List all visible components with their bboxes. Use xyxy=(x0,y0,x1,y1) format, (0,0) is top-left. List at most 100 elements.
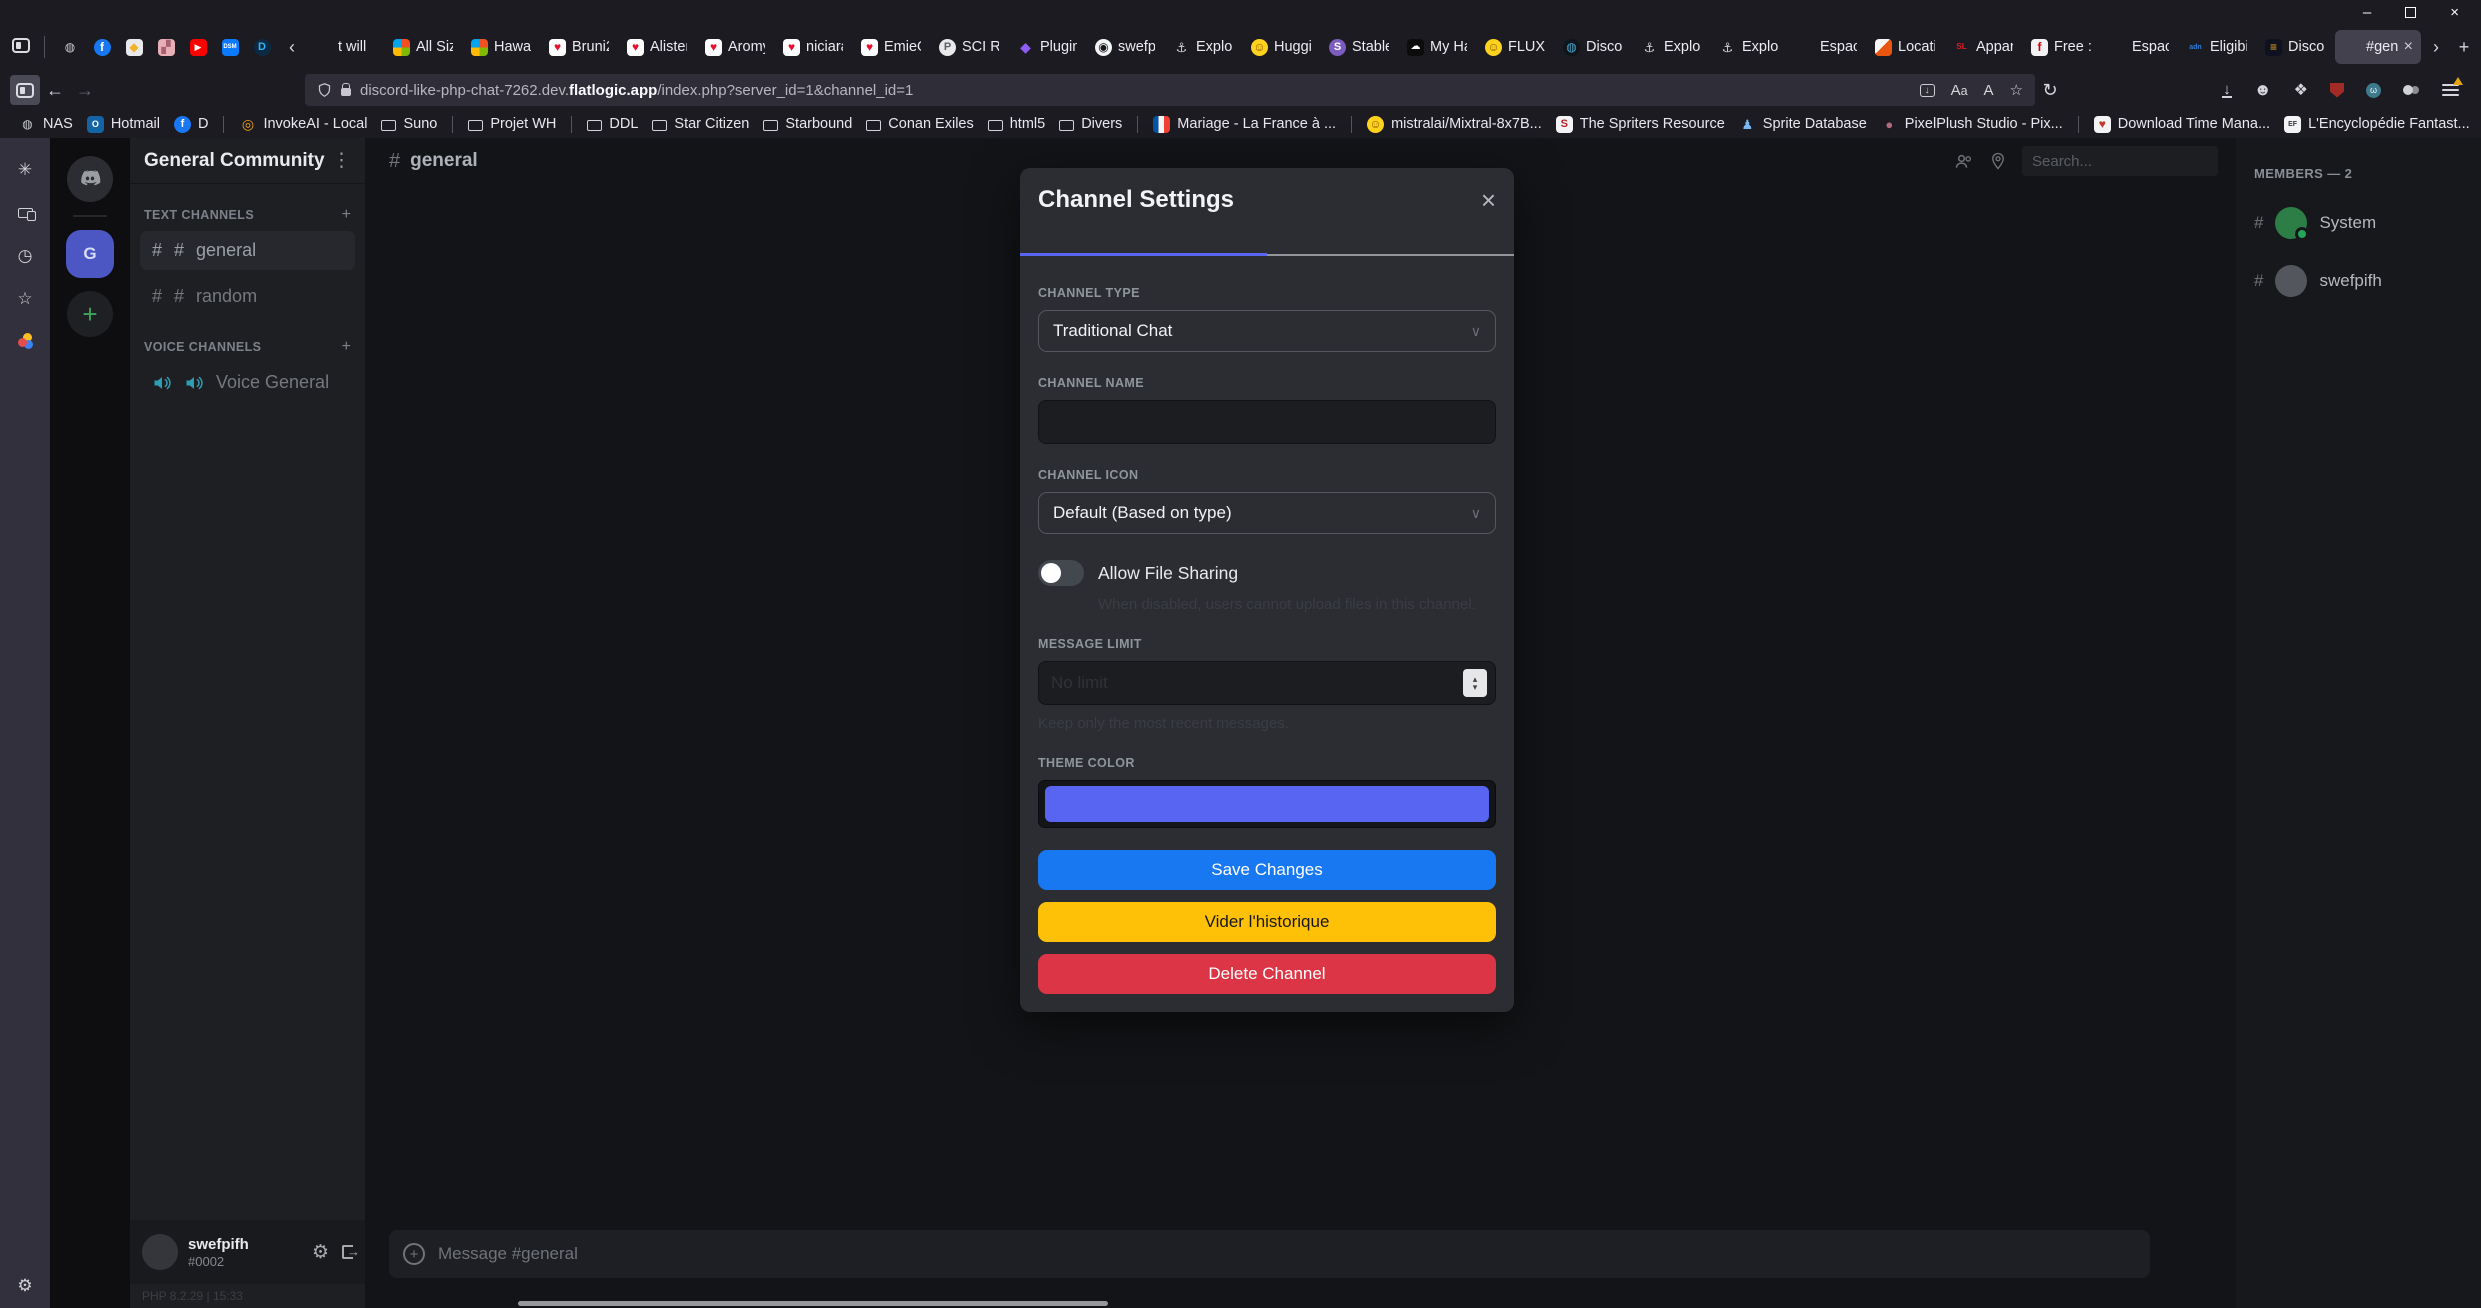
rail-button[interactable]: ✳ xyxy=(8,156,42,184)
user-settings-gear-icon[interactable]: ⚙ xyxy=(312,1241,329,1264)
bookmark-item[interactable]: ♥ Download Time Mana... xyxy=(2087,114,2277,135)
search-input[interactable] xyxy=(2022,146,2218,176)
members-toggle-icon[interactable] xyxy=(1954,152,1974,170)
bookmark-item[interactable]: La connexion Wifi et E... xyxy=(2477,114,2481,135)
pinned-tab[interactable]: f xyxy=(87,39,117,56)
channel-icon-select[interactable]: Default (Based on type) ∨ xyxy=(1038,492,1496,534)
browser-tab[interactable]: SL Appar xyxy=(1945,30,2021,64)
member-row[interactable]: # System xyxy=(2236,207,2481,239)
pin-icon[interactable] xyxy=(1990,152,2006,170)
server-icon-general-community[interactable]: G xyxy=(66,230,114,278)
browser-tab[interactable]: All Siz xyxy=(385,30,461,64)
pinned-tab[interactable]: D xyxy=(247,39,277,56)
browser-tab[interactable]: Espace clie xyxy=(1789,30,1865,64)
sidebar-settings-button[interactable]: ⚙ xyxy=(8,1272,42,1300)
modal-tab[interactable] xyxy=(1020,230,1267,256)
bookmark-item[interactable]: ● PixelPlush Studio - Pix... xyxy=(1874,114,2070,135)
browser-tab[interactable]: ◆ Plugin xyxy=(1009,30,1085,64)
bookmark-item[interactable]: O Hotmail xyxy=(80,114,167,135)
bottom-scrollbar[interactable] xyxy=(518,1301,1108,1306)
minimize-icon[interactable]: – xyxy=(2363,4,2371,21)
lock-icon[interactable] xyxy=(341,88,351,96)
file-sharing-toggle[interactable] xyxy=(1038,560,1084,586)
bookmark-item[interactable]: Conan Exiles xyxy=(859,114,980,134)
bookmark-item[interactable]: Projet WH xyxy=(461,114,563,134)
bookmark-item[interactable]: DDL xyxy=(580,114,645,134)
theme-color-picker[interactable] xyxy=(1038,780,1496,828)
containers-icon[interactable] xyxy=(2403,85,2413,95)
reload-button[interactable]: ↻ xyxy=(2035,75,2065,105)
add-voice-channel-icon[interactable]: + xyxy=(342,338,351,356)
firefox-view-button[interactable] xyxy=(8,31,34,63)
pinned-tab[interactable]: ◆ xyxy=(119,39,149,56)
bookmark-item[interactable]: Divers xyxy=(1052,114,1129,134)
downloads-icon[interactable]: ↓ xyxy=(2222,83,2232,98)
extensions-puzzle-icon[interactable]: ❖ xyxy=(2294,80,2308,100)
pinned-tab[interactable]: ▶ xyxy=(183,39,213,56)
bookmark-item[interactable]: EF L'Encyclopédie Fantast... xyxy=(2277,114,2477,135)
browser-tab[interactable]: Locati xyxy=(1867,30,1943,64)
rail-button[interactable] xyxy=(8,328,42,356)
save-page-icon[interactable]: ↓ xyxy=(1920,84,1935,97)
ublock-shield-icon[interactable] xyxy=(2330,83,2344,98)
rail-button[interactable] xyxy=(8,199,42,227)
bookmark-item[interactable]: Suno xyxy=(374,114,444,134)
browser-tab[interactable]: ♥ EmieO xyxy=(853,30,929,64)
bookmark-item[interactable]: ☺ mistralai/Mixtral-8x7B... xyxy=(1360,114,1549,135)
menu-item[interactable] xyxy=(128,10,148,14)
member-row[interactable]: # swefpifh xyxy=(2236,265,2481,297)
bookmark-item[interactable]: Star Citizen xyxy=(645,114,756,134)
browser-tab[interactable]: ♥ niciara xyxy=(775,30,851,64)
bookmark-item[interactable]: ◎ InvokeAI - Local xyxy=(232,114,374,135)
message-limit-input[interactable] xyxy=(1038,661,1496,705)
new-tab-button[interactable]: + xyxy=(2451,31,2477,63)
delete-channel-button[interactable]: Delete Channel xyxy=(1038,954,1496,994)
back-button[interactable]: ← xyxy=(40,75,70,105)
attach-plus-icon[interactable]: + xyxy=(403,1243,425,1265)
browser-tab[interactable]: ♥ Aromy xyxy=(697,30,773,64)
bookmark-star-icon[interactable]: ☆ xyxy=(2010,81,2023,99)
bookmark-item[interactable]: html5 xyxy=(981,114,1052,134)
bookmark-item[interactable]: ♟ Sprite Database xyxy=(1732,114,1874,135)
sidebar-toggle-button[interactable] xyxy=(10,75,40,105)
number-spinner[interactable]: ▴ ▾ xyxy=(1463,669,1487,697)
scroll-tabs-right-icon[interactable]: › xyxy=(2423,31,2449,63)
text-channel-item[interactable]: # # general xyxy=(140,231,355,270)
bookmark-item[interactable]: ◍ NAS xyxy=(12,114,80,135)
menu-item[interactable] xyxy=(68,10,88,14)
menu-item[interactable] xyxy=(88,10,108,14)
browser-tab[interactable]: ⚓ Explor xyxy=(1633,30,1709,64)
url-bar[interactable]: discord-like-php-chat-7262.dev.flatlogic… xyxy=(305,74,2035,106)
add-text-channel-icon[interactable]: + xyxy=(342,206,351,224)
browser-tab[interactable]: f Free : xyxy=(2023,30,2099,64)
menu-item[interactable] xyxy=(28,10,48,14)
tracking-shield-icon[interactable] xyxy=(317,82,332,98)
menu-hamburger-icon[interactable] xyxy=(2442,84,2459,96)
browser-tab[interactable]: ☺ FLUX. xyxy=(1477,30,1553,64)
menu-item[interactable] xyxy=(108,10,128,14)
browser-tab[interactable]: ◉ swefpi xyxy=(1087,30,1163,64)
menu-item[interactable] xyxy=(48,10,68,14)
message-input[interactable] xyxy=(438,1244,2136,1264)
browser-tab[interactable]: ☺ Huggi xyxy=(1243,30,1319,64)
browser-tab[interactable]: adn Eligibi xyxy=(2179,30,2255,64)
rail-button[interactable]: ☆ xyxy=(8,285,42,313)
logout-icon[interactable] xyxy=(342,1245,353,1259)
bookmark-item[interactable]: f D xyxy=(167,114,215,135)
browser-tab[interactable]: Hawai xyxy=(463,30,539,64)
close-tab-icon[interactable]: × xyxy=(2404,38,2413,56)
voice-channel-item[interactable]: Voice General xyxy=(140,363,355,402)
modal-tab[interactable] xyxy=(1267,230,1514,256)
browser-tab[interactable]: S Stable xyxy=(1321,30,1397,64)
menu-item[interactable] xyxy=(8,10,28,14)
bookmark-item[interactable]: Mariage - La France à ... xyxy=(1146,114,1343,135)
clear-history-button[interactable]: Vider l'historique xyxy=(1038,902,1496,942)
browser-tab[interactable]: P SCI RE xyxy=(931,30,1007,64)
pinned-tab[interactable]: ▞ xyxy=(151,39,181,56)
translate-icon[interactable]: Aa xyxy=(1951,82,1968,99)
pinned-tab[interactable]: DSM xyxy=(215,39,245,56)
scroll-tabs-left-icon[interactable]: ‹ xyxy=(279,31,305,63)
browser-tab[interactable]: #genera × xyxy=(2335,30,2421,64)
home-server-button[interactable] xyxy=(67,156,113,202)
account-icon[interactable]: ☻ xyxy=(2254,80,2272,100)
